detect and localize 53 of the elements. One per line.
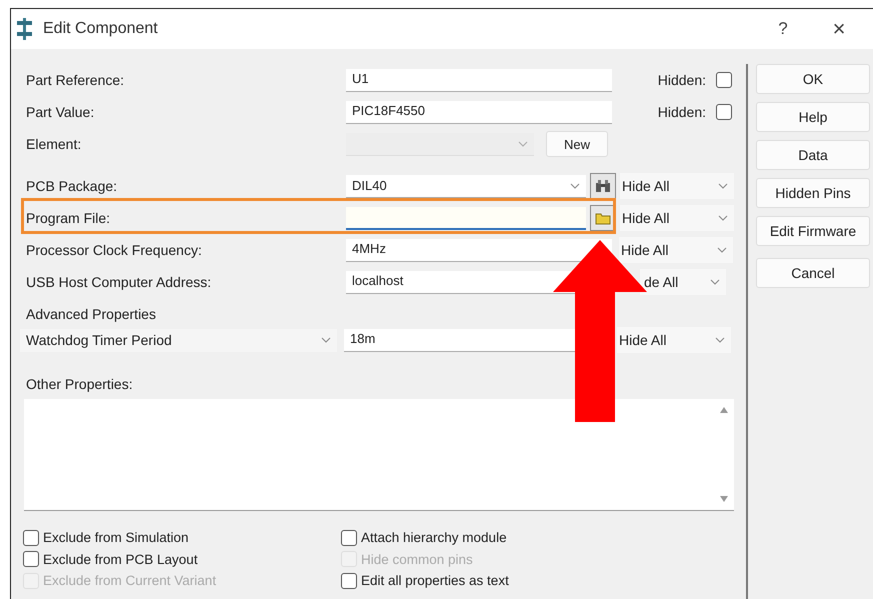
dialog-button[interactable]: Cancel <box>756 258 870 288</box>
visibility-dropdown[interactable]: Hide All <box>620 205 734 231</box>
chevron-icon <box>710 279 720 285</box>
hidden-checkbox[interactable] <box>716 104 732 120</box>
other-properties-field[interactable] <box>24 399 734 511</box>
field-label: Part Value: <box>25 104 96 120</box>
scrollbar[interactable] <box>720 407 728 502</box>
chevron-icon <box>718 215 728 221</box>
field-label: Program File: <box>25 210 112 226</box>
search-button[interactable] <box>590 173 616 199</box>
chevron-icon <box>321 337 331 343</box>
component-icon <box>15 17 35 41</box>
field-label: Part Reference: <box>25 72 126 88</box>
field-label: PCB Package: <box>25 178 118 194</box>
option-checkbox[interactable]: Exclude from PCB Layout <box>23 548 342 570</box>
hidden-label: Hidden: <box>656 104 706 120</box>
field-label: USB Host Computer Address: <box>25 274 212 290</box>
section-label: Other Properties: <box>25 375 134 394</box>
text-field[interactable]: U1 <box>346 68 612 92</box>
dialog-button[interactable]: Hidden Pins <box>756 178 870 208</box>
chevron-icon <box>715 337 725 343</box>
field-label: Processor Clock Frequency: <box>25 242 203 258</box>
visibility-dropdown[interactable]: Hide All <box>620 173 734 199</box>
visibility-dropdown[interactable]: Hide All <box>617 327 731 353</box>
option-checkbox[interactable]: Exclude from Simulation <box>23 527 342 548</box>
scroll-down-icon <box>720 496 728 502</box>
text-field[interactable]: 4MHz <box>346 238 612 262</box>
option-checkbox[interactable]: Attach hierarchy module <box>341 527 660 548</box>
package-dropdown[interactable]: DIL40 <box>346 174 586 198</box>
option-checkbox[interactable]: Edit all properties as text <box>341 570 660 592</box>
hidden-label: Hidden: <box>656 72 706 88</box>
help-button[interactable]: ? <box>755 18 811 40</box>
program-file-field[interactable] <box>346 206 586 230</box>
visibility-dropdown[interactable]: Hide All <box>619 237 733 263</box>
section-label: Advanced Properties <box>25 305 157 324</box>
dialog-button[interactable]: OK <box>756 64 870 94</box>
hidden-checkbox[interactable] <box>716 72 732 88</box>
binoculars-icon <box>595 179 611 193</box>
dialog-button[interactable]: Help <box>756 102 870 132</box>
chevron-icon <box>717 247 727 253</box>
chevron-icon <box>570 182 580 188</box>
scroll-up-icon <box>720 407 728 413</box>
property-dropdown[interactable]: Watchdog Timer Period <box>20 328 337 352</box>
chevron-icon <box>718 183 728 189</box>
dialog-button[interactable]: Edit Firmware <box>756 216 870 246</box>
visibility-dropdown[interactable]: de All <box>640 269 726 295</box>
chevron-icon <box>518 140 528 146</box>
window-title: Edit Component <box>43 20 158 38</box>
text-field[interactable]: PIC18F4550 <box>346 100 612 124</box>
dialog-button[interactable]: Data <box>756 140 870 170</box>
field-label: Element: <box>25 136 82 152</box>
close-button[interactable]: × <box>811 15 867 43</box>
folder-icon <box>595 212 611 224</box>
